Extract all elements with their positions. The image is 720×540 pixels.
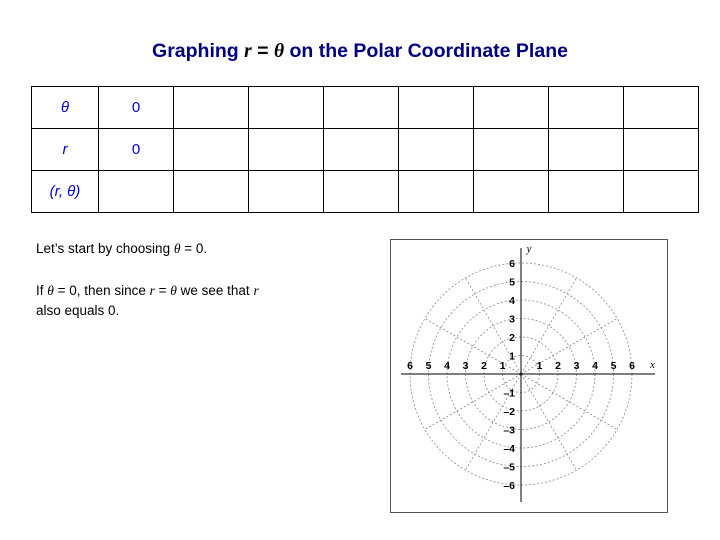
cell-point-4[interactable] <box>398 170 474 213</box>
x-tick-neg-3: 3 <box>463 360 469 372</box>
cell-r-1[interactable] <box>173 128 249 171</box>
cell-theta-2[interactable] <box>248 86 324 129</box>
slide: Graphing r = θ on the Polar Coordinate P… <box>0 0 720 540</box>
cell-theta-4[interactable] <box>398 86 474 129</box>
para2-var-r-2: r <box>253 283 259 298</box>
cell-point-5[interactable] <box>473 170 549 213</box>
x-tick-neg-2: 2 <box>481 360 487 372</box>
cell-point-0[interactable] <box>98 170 174 213</box>
x-tick-pos-3: 3 <box>574 360 580 372</box>
cell-point-2[interactable] <box>248 170 324 213</box>
cell-theta-7[interactable] <box>623 86 699 129</box>
polar-ray-2 <box>520 277 577 375</box>
polar-ray-5 <box>424 318 522 375</box>
cell-r-5[interactable] <box>473 128 549 171</box>
y-tick-neg-2: –2 <box>503 406 515 418</box>
cell-theta-0[interactable]: 0 <box>98 86 174 129</box>
title-var-theta: θ <box>273 41 285 62</box>
page-title: Graphing r = θ on the Polar Coordinate P… <box>0 40 720 63</box>
cell-point-6[interactable] <box>548 170 624 213</box>
x-axis-label: x <box>649 360 655 371</box>
y-tick-pos-1: 1 <box>509 351 515 363</box>
cell-theta-5[interactable] <box>473 86 549 129</box>
x-tick-neg-6: 6 <box>407 360 413 372</box>
table-row: (r, θ) <box>31 170 699 213</box>
explanation-paragraph-2: If θ = 0, then since r = θ we see that r… <box>36 281 366 320</box>
polar-values-table: θ 0 r 0 (r, θ) <box>31 86 699 213</box>
para2-var-theta-1: θ <box>47 283 54 298</box>
y-tick-neg-4: –4 <box>503 443 515 455</box>
table-row: r 0 <box>31 128 699 171</box>
row-header-theta: θ <box>31 86 99 129</box>
x-tick-pos-1: 1 <box>537 360 543 372</box>
y-tick-pos-4: 4 <box>509 295 515 307</box>
polar-coordinate-plane: 6 5 4 3 2 1 1 2 3 4 5 6 1 2 3 4 5 6 –1 –2 –3 –4 –5 –6 x y <box>390 239 668 513</box>
y-tick-pos-5: 5 <box>509 277 515 289</box>
table-row: θ 0 <box>31 86 699 129</box>
para1-text-b: = 0. <box>180 241 208 256</box>
cell-theta-3[interactable] <box>323 86 399 129</box>
title-prefix: Graphing <box>152 40 245 62</box>
para2-text-e: also equals 0. <box>36 302 120 318</box>
x-tick-pos-4: 4 <box>592 360 598 372</box>
x-tick-neg-4: 4 <box>444 360 450 372</box>
y-tick-neg-3: –3 <box>503 425 515 437</box>
cell-r-4[interactable] <box>398 128 474 171</box>
para1-text-a: Let’s start by choosing <box>36 241 174 256</box>
x-tick-pos-2: 2 <box>555 360 561 372</box>
cell-theta-6[interactable] <box>548 86 624 129</box>
y-axis-label: y <box>526 244 532 255</box>
row-header-point: (r, θ) <box>31 170 99 213</box>
polar-ray-1 <box>520 318 618 375</box>
title-suffix: on the Polar Coordinate Plane <box>284 40 568 62</box>
para2-text-b: = 0, then since <box>53 283 150 298</box>
y-tick-pos-6: 6 <box>509 258 515 270</box>
cell-point-3[interactable] <box>323 170 399 213</box>
cell-theta-1[interactable] <box>173 86 249 129</box>
y-tick-neg-5: –5 <box>503 462 515 474</box>
x-tick-neg-1: 1 <box>500 360 506 372</box>
polar-grid-svg: 6 5 4 3 2 1 1 2 3 4 5 6123456–1–2–3–4–5–6xy <box>401 244 655 502</box>
title-equals: = <box>251 40 274 62</box>
explanation-paragraph-1: Let’s start by choosing θ = 0. <box>36 239 366 259</box>
y-tick-neg-6: –6 <box>503 480 515 492</box>
x-tick-pos-6: 6 <box>629 360 635 372</box>
para2-var-theta-2: θ <box>170 283 177 298</box>
para2-text-a: If <box>36 283 48 298</box>
cell-r-7[interactable] <box>623 128 699 171</box>
cell-point-7[interactable] <box>623 170 699 213</box>
cell-r-6[interactable] <box>548 128 624 171</box>
row-header-r: r <box>31 128 99 171</box>
y-tick-neg-1: –1 <box>503 388 515 400</box>
title-var-r: r <box>244 41 252 62</box>
x-tick-neg-5: 5 <box>426 360 432 372</box>
cell-r-3[interactable] <box>323 128 399 171</box>
cell-r-2[interactable] <box>248 128 324 171</box>
para2-equals: = <box>154 283 171 298</box>
y-tick-pos-2: 2 <box>509 332 515 344</box>
y-tick-pos-3: 3 <box>509 314 515 326</box>
para2-text-d: we see that <box>176 283 254 298</box>
cell-r-0[interactable]: 0 <box>98 128 174 171</box>
cell-point-1[interactable] <box>173 170 249 213</box>
x-tick-pos-5: 5 <box>611 360 617 372</box>
